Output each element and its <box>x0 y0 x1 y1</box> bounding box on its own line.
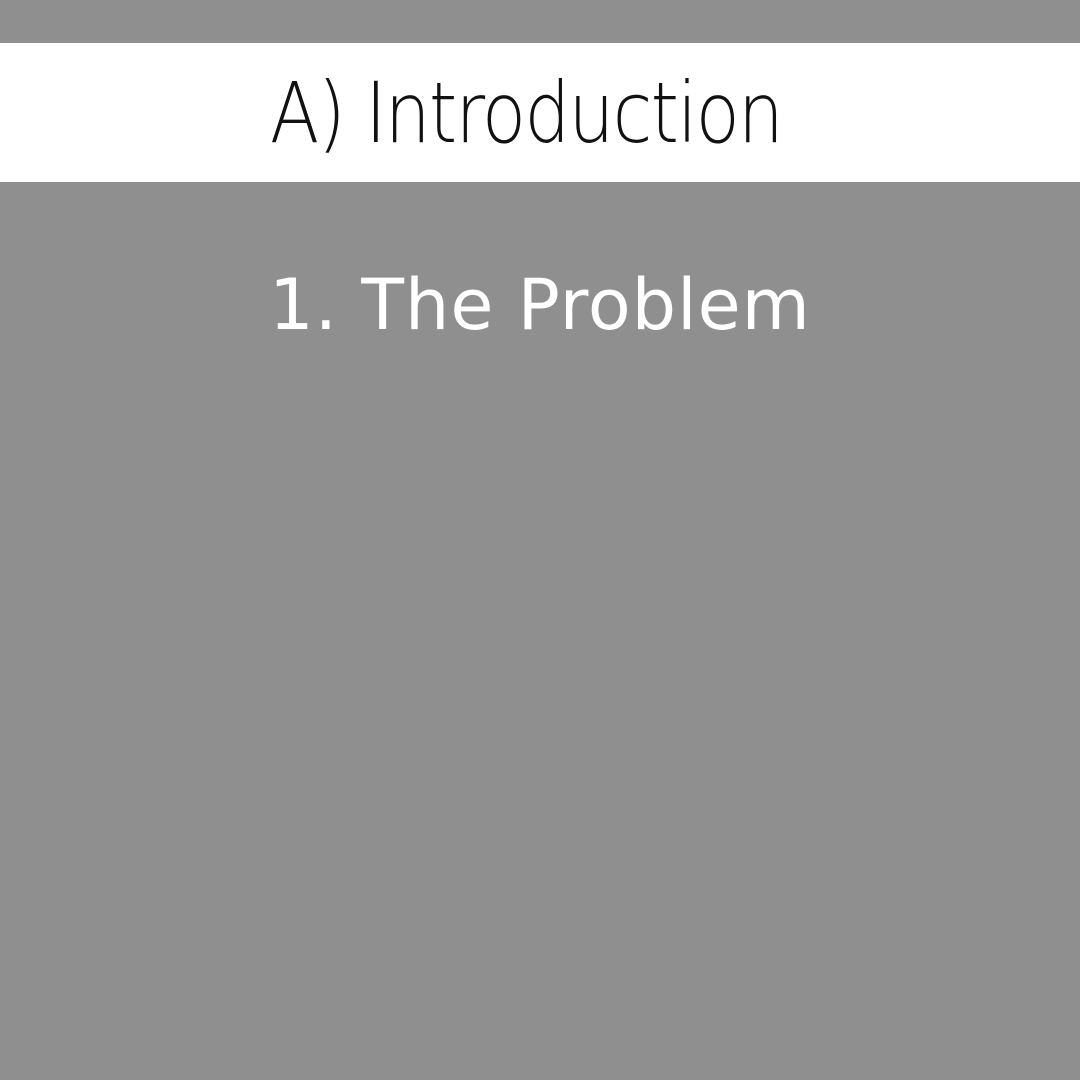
subsection-title: 1. The Problem <box>269 264 811 346</box>
header-band: A) Introduction <box>0 43 1080 182</box>
section-title: A) Introduction <box>269 63 784 162</box>
slide: A) Introduction 1. The Problem <box>0 0 1080 1080</box>
